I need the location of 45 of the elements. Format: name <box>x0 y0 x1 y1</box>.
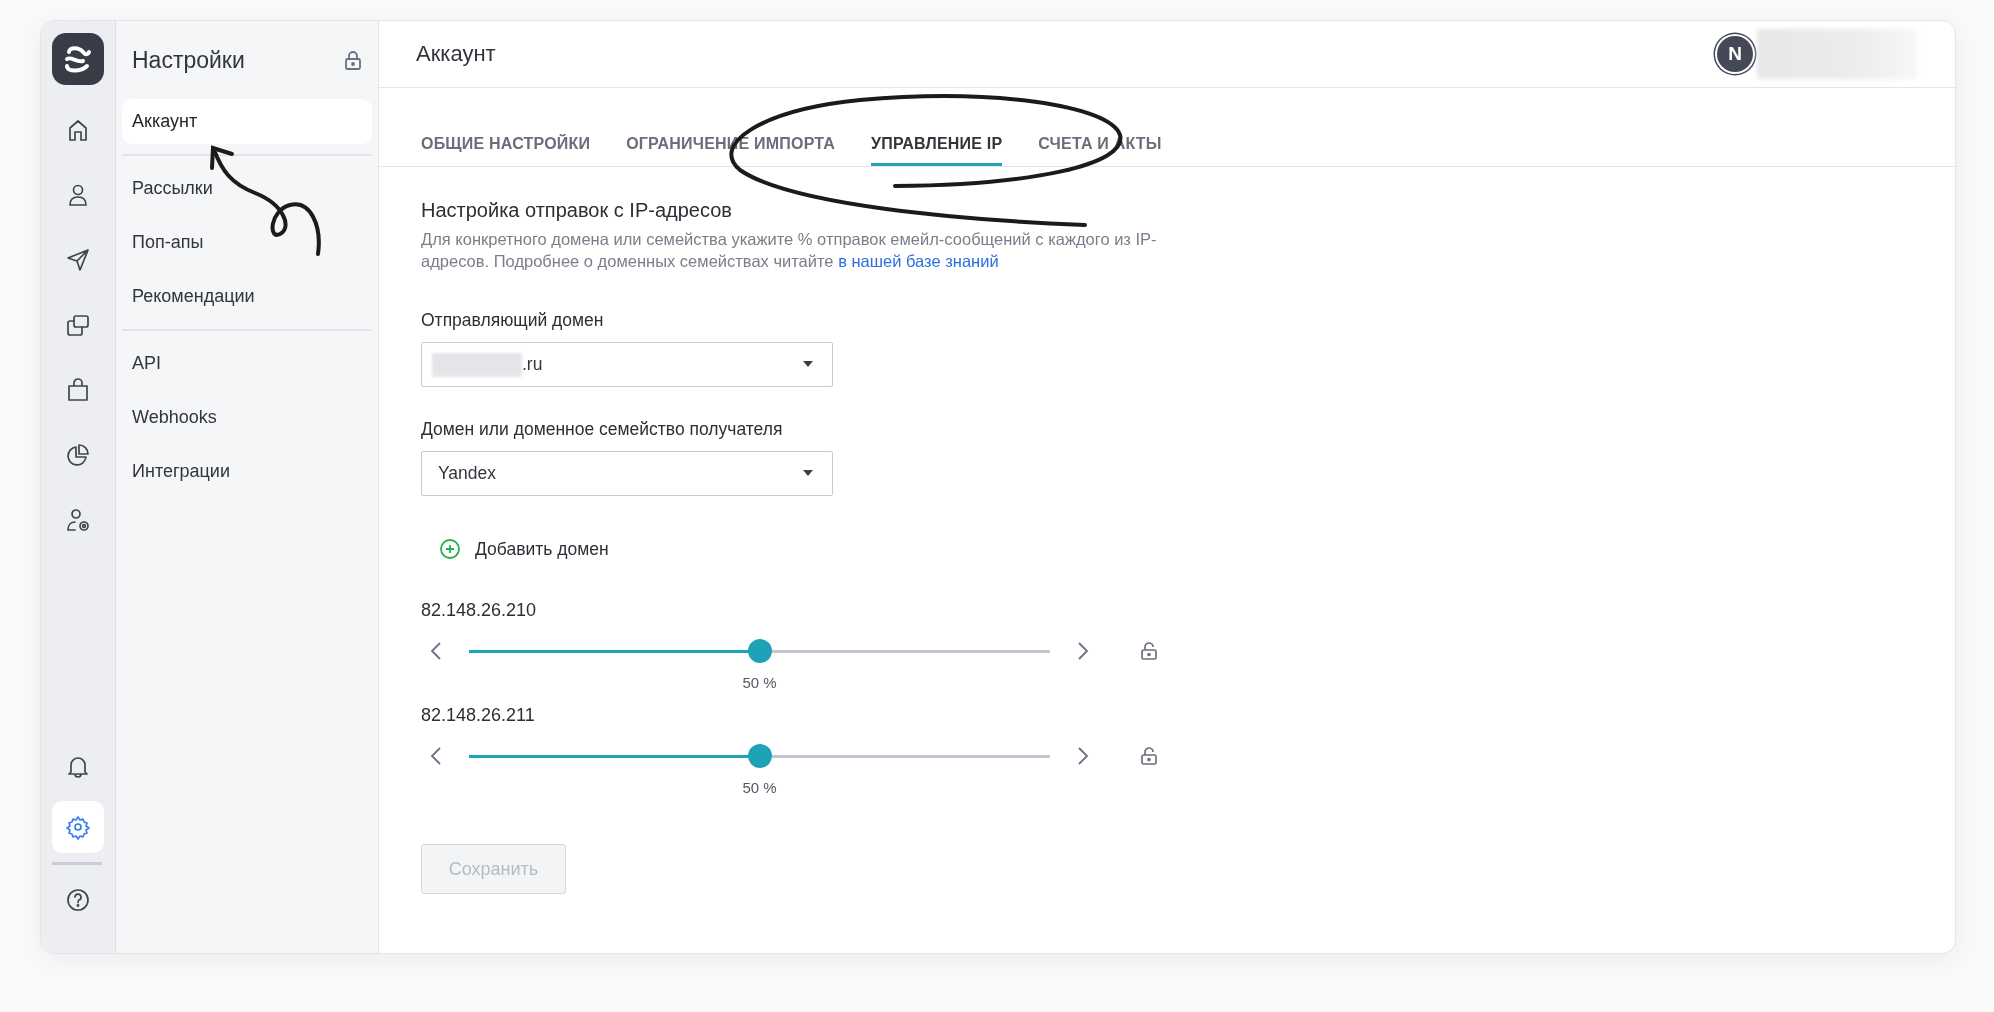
settings-icon <box>65 814 91 840</box>
copy-icon <box>65 312 91 338</box>
field-label: Домен или доменное семейство получателя <box>421 419 783 440</box>
plus-circle-icon <box>439 538 461 560</box>
ip-address: 82.148.26.211 <box>421 705 535 726</box>
tab[interactable]: УПРАВЛЕНИЕ IP <box>871 135 1003 166</box>
help-icon <box>65 887 91 913</box>
chevron-right-icon <box>1076 640 1090 662</box>
chevron-left-icon <box>429 640 443 662</box>
sidebar-item[interactable]: Аккаунт <box>122 99 372 144</box>
lock-icon <box>342 49 364 71</box>
app-logo[interactable] <box>52 33 104 85</box>
caret-icon <box>802 470 814 477</box>
slider-thumb[interactable] <box>747 638 772 663</box>
settings-nav-button[interactable] <box>52 801 104 853</box>
sidebar-item[interactable]: Рекомендации <box>122 274 372 319</box>
caret-icon <box>802 361 814 368</box>
field-label: Отправляющий домен <box>421 310 604 331</box>
percent-reading: 50 % <box>742 673 777 691</box>
add-domain-button[interactable]: Добавить домен <box>439 532 609 566</box>
sidebar-item[interactable]: Интеграции <box>122 449 372 494</box>
sidebar-item[interactable]: Поп-апы <box>122 220 372 265</box>
paper-plane-icon <box>65 247 91 273</box>
sidebar-item[interactable]: API <box>122 341 372 386</box>
sidebar-item[interactable]: Webhooks <box>122 395 372 440</box>
unlocked-lock-icon <box>1139 746 1159 766</box>
chevron-left-icon <box>429 745 443 767</box>
shopping-bag-icon <box>65 377 91 403</box>
dropdown-field[interactable]: .ru <box>421 342 833 387</box>
slider-thumb[interactable] <box>747 743 772 768</box>
dropdown-field[interactable]: Yandex <box>421 451 833 496</box>
knowledge-base-link[interactable]: в нашей базе знаний <box>838 252 999 270</box>
tab[interactable]: ОБЩИЕ НАСТРОЙКИ <box>421 135 591 166</box>
chevron-right-icon <box>1076 745 1090 767</box>
ip-address: 82.148.26.210 <box>421 600 537 621</box>
sidebar-item[interactable]: Рассылки <box>122 166 372 211</box>
sidebar-title: Настройки <box>132 46 245 74</box>
page-title: Аккаунт <box>416 41 496 67</box>
description-text: Для конкретного домена или семейства укажите % отправок емейл-сообщений с каждого из IP-адресов. Подробнее о доменных семействах читайте в нашей базе знаний <box>421 229 1158 272</box>
unlocked-lock-icon <box>1139 641 1159 661</box>
section-title: Настройка отправок с IP-адресов <box>421 199 733 222</box>
pie-chart-icon <box>65 442 91 468</box>
percent-reading: 50 % <box>742 778 777 796</box>
user-avatar[interactable]: N <box>1717 36 1753 72</box>
user-settings-icon <box>65 507 91 533</box>
